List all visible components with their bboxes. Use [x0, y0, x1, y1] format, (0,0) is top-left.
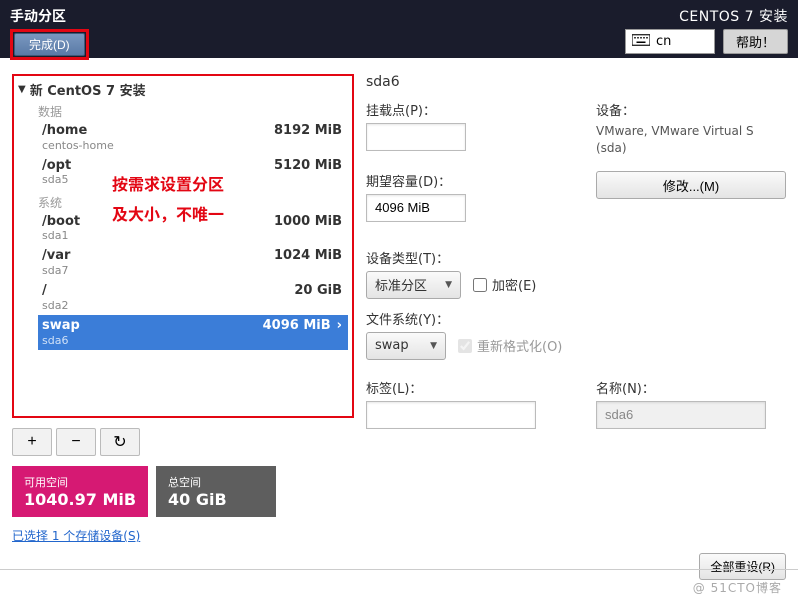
partition-var[interactable]: /varsda7 1024 MiB	[38, 245, 348, 280]
filesystem-label: 文件系统(Y)：	[366, 309, 786, 328]
capacity-label: 期望容量(D)：	[366, 171, 466, 190]
done-button-highlight: 完成(D)	[10, 29, 89, 60]
partition-list-highlight: ▼ 新 CentOS 7 安装 数据 /homecentos-home 8192…	[12, 74, 354, 418]
device-value: VMware, VMware Virtual S (sda)	[596, 123, 786, 157]
keyboard-layout[interactable]: cn	[625, 29, 715, 54]
free-space-box: 可用空间 1040.97 MiB	[12, 466, 148, 517]
caret-down-icon: ▼	[430, 341, 437, 351]
mountpoint-label: 挂载点(P)：	[366, 100, 466, 119]
device-type-label: 设备类型(T)：	[366, 248, 786, 267]
total-space-box: 总空间 40 GiB	[156, 466, 276, 517]
install-heading[interactable]: ▼ 新 CentOS 7 安装	[18, 80, 348, 99]
partition-root[interactable]: /sda2 20 GiB	[38, 280, 348, 315]
caret-down-icon: ▼	[18, 84, 26, 95]
partition-detail-panel: sda6 挂载点(P)： 设备： VMware, VMware Virtual …	[366, 74, 786, 548]
section-data-label: 数据	[38, 103, 348, 120]
section-system-label: 系统	[38, 194, 348, 211]
label-label: 标签(L)：	[366, 378, 536, 397]
device-type-select[interactable]: 标准分区 ▼	[366, 271, 461, 299]
partition-boot[interactable]: /bootsda1 1000 MiB	[38, 211, 348, 246]
storage-devices-link[interactable]: 已选择 1 个存储设备(S)	[12, 527, 140, 544]
reload-icon: ↻	[113, 432, 126, 452]
done-button[interactable]: 完成(D)	[14, 33, 85, 56]
reset-all-button[interactable]: 全部重设(R)	[699, 553, 786, 580]
top-bar: 手动分区 完成(D) CENTOS 7 安装 cn 帮助！	[0, 0, 798, 58]
reformat-checkbox: 重新格式化(O)	[458, 336, 562, 355]
caret-down-icon: ▼	[445, 280, 452, 290]
keyboard-icon	[632, 34, 650, 50]
modify-device-button[interactable]: 修改...(M)	[596, 171, 786, 199]
name-label: 名称(N)：	[596, 378, 786, 397]
help-button[interactable]: 帮助！	[723, 29, 788, 54]
filesystem-select[interactable]: swap ▼	[366, 332, 446, 360]
device-label: 设备：	[596, 100, 786, 119]
encrypt-checkbox[interactable]: 加密(E)	[473, 275, 536, 294]
chevron-right-icon: ›	[337, 318, 342, 334]
watermark: @ 51CTO博客	[693, 579, 782, 596]
detail-title: sda6	[366, 74, 786, 90]
capacity-input[interactable]	[366, 194, 466, 222]
install-title: CENTOS 7 安装	[679, 6, 788, 26]
label-input[interactable]	[366, 401, 536, 429]
remove-partition-button[interactable]: −	[56, 428, 96, 456]
partition-opt[interactable]: /optsda5 5120 MiB	[38, 155, 348, 190]
mountpoint-input[interactable]	[366, 123, 466, 151]
partition-home[interactable]: /homecentos-home 8192 MiB	[38, 120, 348, 155]
reload-button[interactable]: ↻	[100, 428, 140, 456]
page-title: 手动分区	[10, 6, 89, 26]
partition-list-panel: ▼ 新 CentOS 7 安装 数据 /homecentos-home 8192…	[12, 74, 354, 548]
add-partition-button[interactable]: +	[12, 428, 52, 456]
name-input	[596, 401, 766, 429]
partition-swap[interactable]: swapsda6 4096 MiB›	[38, 315, 348, 350]
keyboard-layout-label: cn	[656, 34, 671, 49]
